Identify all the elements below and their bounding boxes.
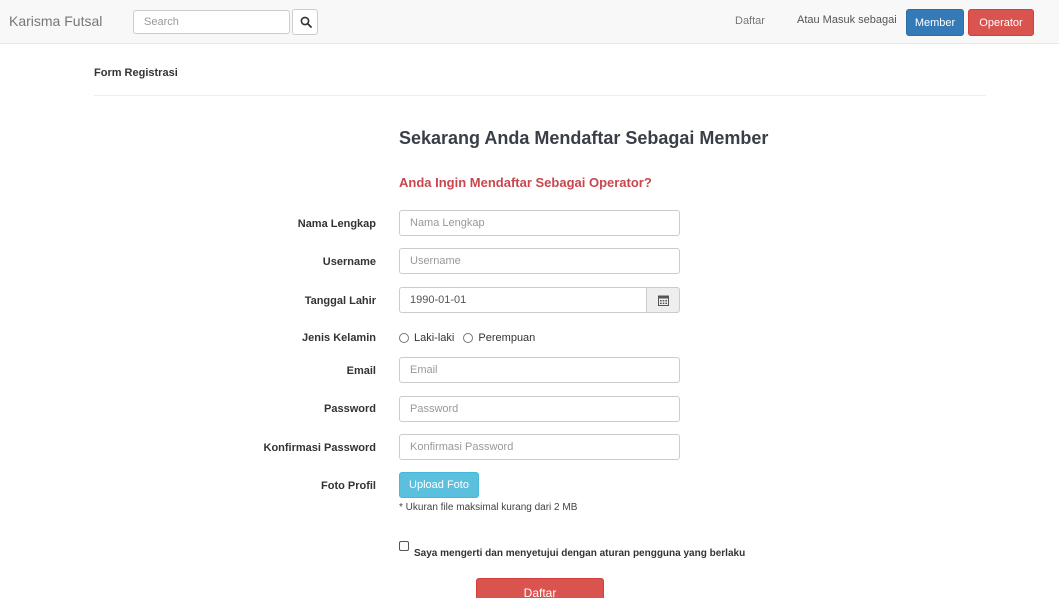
email-label: Email [346, 365, 376, 377]
radio-button[interactable] [399, 333, 409, 343]
agreement-checkbox-row[interactable]: Saya mengerti dan menyetujui dengan atur… [399, 541, 745, 559]
password-input[interactable] [399, 396, 680, 422]
username-input[interactable] [399, 248, 680, 274]
date-picker [399, 287, 680, 313]
konfirmasi-label: Konfirmasi Password [263, 442, 376, 454]
login-operator-button[interactable]: Operator [968, 9, 1034, 36]
upload-photo-button[interactable]: Upload Foto [399, 472, 479, 498]
page-title: Sekarang Anda Mendaftar Sebagai Member [399, 128, 769, 148]
calendar-icon [658, 295, 669, 306]
tanggal-input[interactable] [399, 287, 647, 313]
search-input[interactable] [133, 10, 290, 34]
upload-note: * Ukuran file maksimal kurang dari 2 MB [399, 502, 578, 513]
radio-laki-laki[interactable]: Laki-laki [399, 332, 454, 344]
nav-link-daftar[interactable]: Daftar [735, 15, 765, 27]
search-icon [300, 16, 312, 28]
gender-radio-group: Laki-laki Perempuan [399, 332, 541, 346]
tanggal-label: Tanggal Lahir [304, 295, 376, 307]
brand-logo[interactable]: Karisma Futsal [9, 13, 102, 29]
radio-perempuan[interactable]: Perempuan [463, 332, 535, 344]
calendar-button[interactable] [646, 287, 680, 313]
radio-label: Perempuan [478, 332, 536, 344]
submit-button[interactable]: Daftar [476, 578, 604, 598]
navbar: Karisma Futsal Daftar Atau Masuk sebagai… [0, 0, 1059, 44]
gender-label: Jenis Kelamin [302, 332, 376, 344]
password-label: Password [324, 403, 376, 415]
search-button[interactable] [292, 9, 318, 35]
agreement-checkbox[interactable] [399, 541, 409, 551]
username-label: Username [322, 256, 376, 268]
operator-register-link[interactable]: Anda Ingin Mendaftar Sebagai Operator? [399, 175, 652, 190]
page-header: Form Registrasi [94, 67, 178, 79]
login-member-button[interactable]: Member [906, 9, 964, 36]
radio-label: Laki-laki [414, 332, 455, 344]
nama-input[interactable] [399, 210, 680, 236]
login-as-text: Atau Masuk sebagai [797, 14, 897, 26]
konfirmasi-input[interactable] [399, 434, 680, 460]
agreement-text: Saya mengerti dan menyetujui dengan atur… [414, 548, 746, 559]
header-divider [94, 95, 986, 96]
radio-button[interactable] [463, 333, 474, 343]
foto-label: Foto Profil [321, 480, 376, 492]
nama-label: Nama Lengkap [297, 218, 376, 230]
email-input[interactable] [399, 357, 680, 383]
